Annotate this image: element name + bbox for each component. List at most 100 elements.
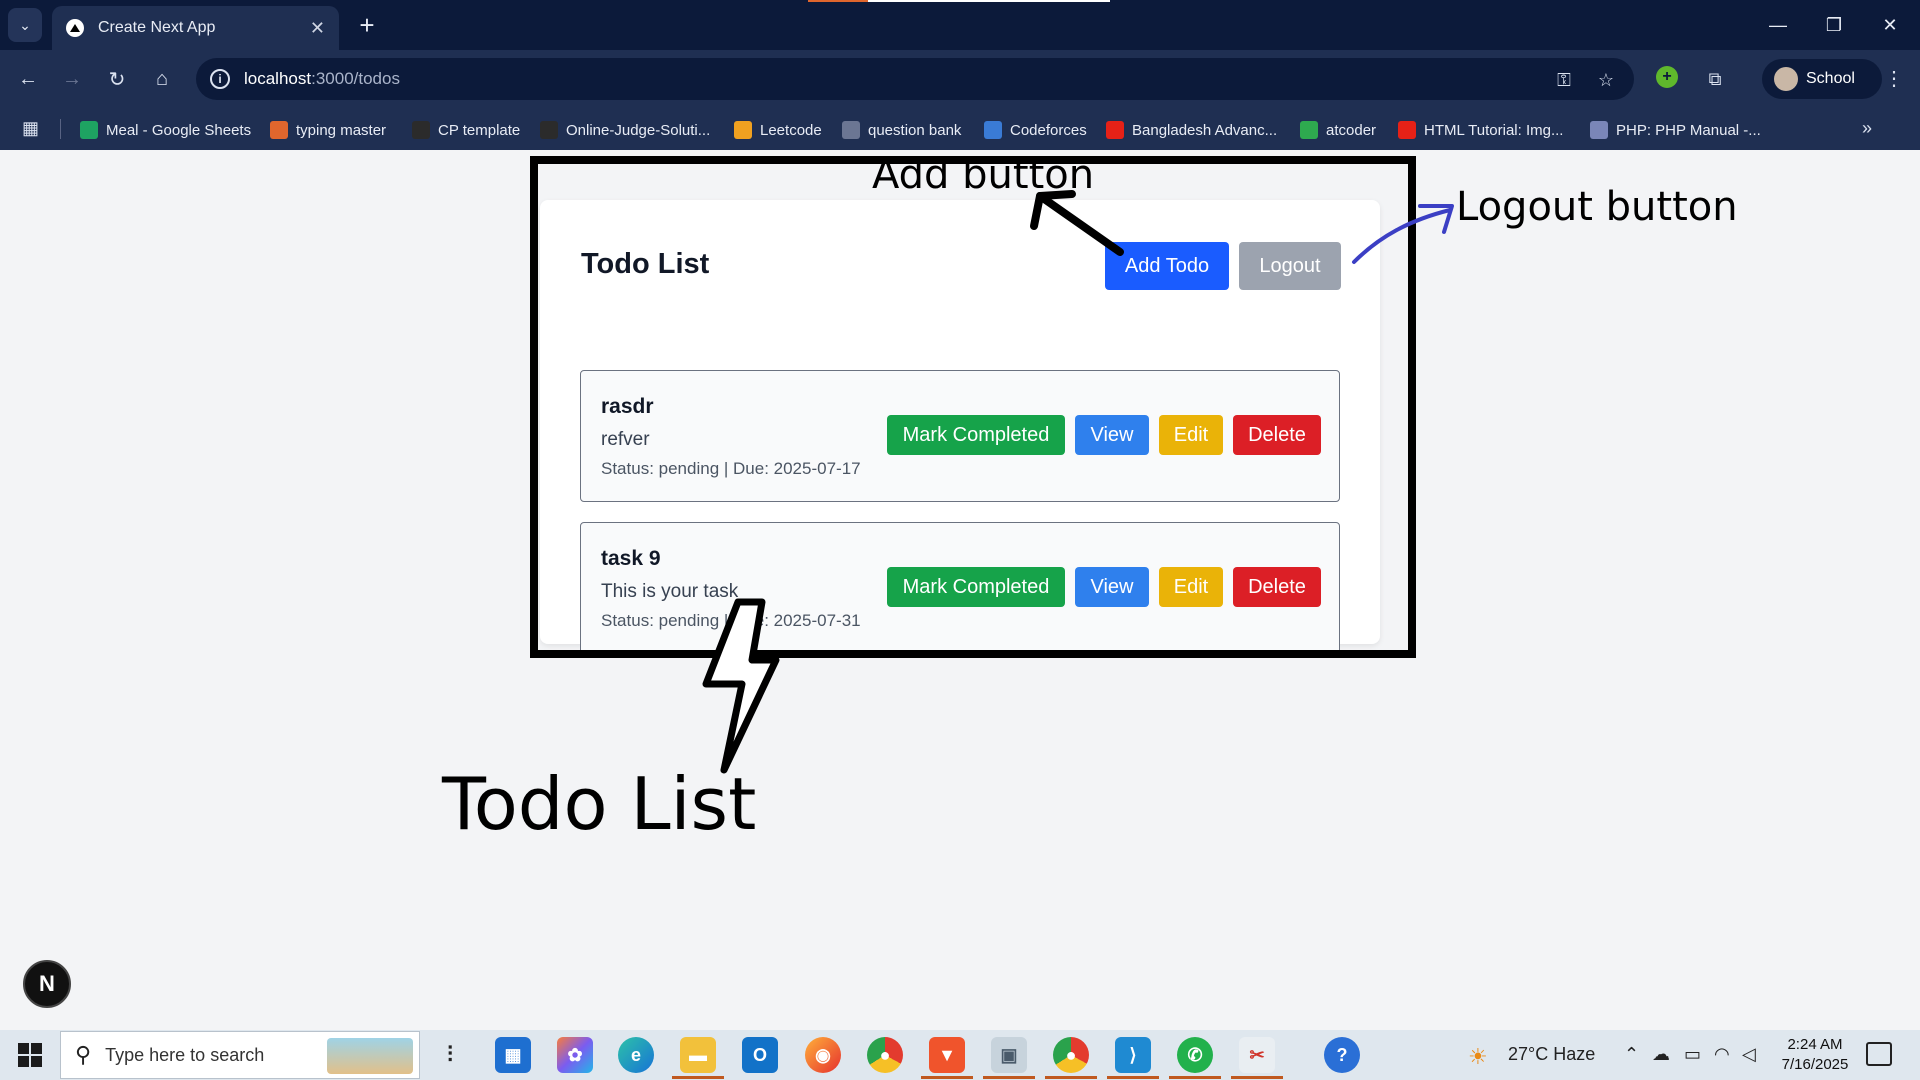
address-bar[interactable]: i localhost:3000/todos ⚿ ☆ [196,58,1634,100]
bookmark-item[interactable]: atcoder [1300,119,1376,141]
github-icon [412,121,430,139]
php-icon [1590,121,1608,139]
reload-button[interactable]: ↻ [101,63,133,95]
weather-icon[interactable]: ☀ [1468,1044,1488,1070]
clock-time: 2:24 AM [1787,1036,1843,1053]
chrome-active-indicator [1045,1076,1097,1079]
onedrive-icon[interactable]: ☁ [1652,1044,1670,1065]
tab-search-chevron-icon[interactable]: ⌄ [8,8,42,42]
weather-text[interactable]: 27°C Haze [1508,1044,1595,1065]
delete-button[interactable]: Delete [1233,415,1321,455]
help-icon[interactable]: ? [1324,1037,1360,1073]
forward-button[interactable]: → [56,63,88,95]
youtube-icon [1106,121,1124,139]
bookmark-item[interactable]: CP template [412,119,520,141]
photos-icon[interactable]: ▣ [991,1037,1027,1073]
bookmark-label: Codeforces [1010,121,1087,139]
sheets-icon [80,121,98,139]
snipping-tool-icon[interactable]: ✂ [1239,1037,1275,1073]
wifi-icon[interactable]: ◠ [1714,1044,1730,1065]
bookmark-item[interactable]: Bangladesh Advanc... [1106,119,1277,141]
notification-center-icon[interactable] [1866,1042,1892,1066]
bookmark-item[interactable]: question bank [842,119,961,141]
firefox-icon[interactable]: ◉ [805,1037,841,1073]
volume-icon[interactable]: ◁ [1742,1044,1756,1065]
browser-toolbar: ← → ↻ ⌂ i localhost:3000/todos ⚿ ☆ + ⧉ S… [0,50,1920,108]
task-view-icon[interactable]: ⫶ [432,1037,468,1073]
new-tab-button[interactable]: + [352,10,382,40]
back-button[interactable]: ← [12,63,44,95]
edit-button[interactable]: Edit [1159,567,1223,607]
brave-icon[interactable]: ▼ [929,1037,965,1073]
tab-title: Create Next App [98,19,216,36]
edit-button[interactable]: Edit [1159,415,1223,455]
logout-button[interactable]: Logout [1239,242,1341,290]
file-explorer-active-indicator [672,1076,724,1079]
bookmark-item[interactable]: typing master [270,119,386,141]
bookmark-item[interactable]: Codeforces [984,119,1087,141]
taskbar-clock[interactable]: 2:24 AM 7/16/2025 [1770,1035,1860,1075]
bookmark-star-icon[interactable]: ☆ [1592,66,1620,94]
copilot-icon[interactable]: ✿ [557,1037,593,1073]
add-todo-button[interactable]: Add Todo [1105,242,1229,290]
chrome-profile-icon[interactable]: ● [1053,1037,1089,1073]
bookmark-label: Leetcode [760,121,822,139]
search-highlight-image [327,1038,413,1074]
apps-grid-icon[interactable]: ▦ [22,118,44,140]
windows-taskbar: ⚲ Type here to search ⫶ ▦ ✿ e ▬ O ◉ ● ▼ … [0,1030,1920,1080]
home-button[interactable]: ⌂ [146,63,178,95]
profile-name: School [1806,70,1855,87]
battery-icon[interactable]: ▭ [1684,1044,1701,1065]
page-title: Todo List [581,248,710,280]
bookmark-item[interactable]: Meal - Google Sheets [80,119,251,141]
atcoder-icon [1300,121,1318,139]
bookmark-item[interactable]: Leetcode [734,119,822,141]
mark-completed-button[interactable]: Mark Completed [887,567,1065,607]
profile-button[interactable]: School [1762,59,1882,99]
bookmark-label: atcoder [1326,121,1377,139]
windows-start-icon[interactable] [18,1043,42,1067]
mark-completed-button[interactable]: Mark Completed [887,415,1065,455]
minimize-button[interactable]: — [1758,8,1798,42]
more-bookmarks-icon[interactable]: » [1862,118,1872,139]
taskbar-search-input[interactable]: ⚲ Type here to search [60,1031,420,1079]
browser-tab[interactable]: Create Next App ✕ [52,6,339,50]
bookmark-item[interactable]: Online-Judge-Soluti... [540,119,710,141]
bookmark-item[interactable]: PHP: PHP Manual -... [1590,119,1761,141]
close-window-button[interactable]: ✕ [1870,8,1910,42]
edge-icon[interactable]: e [618,1037,654,1073]
nextjs-dev-badge[interactable]: N [23,960,71,1008]
vscode-icon[interactable]: ⟩ [1115,1037,1151,1073]
bookmark-label: PHP: PHP Manual -... [1616,121,1761,139]
view-button[interactable]: View [1075,415,1149,455]
snipping-tool-active-indicator [1231,1076,1283,1079]
bookmark-label: Meal - Google Sheets [106,121,252,139]
whatsapp-active-indicator [1169,1076,1221,1079]
outlook-icon[interactable]: O [742,1037,778,1073]
extensions-puzzle-icon[interactable]: ⧉ [1702,66,1728,92]
view-button[interactable]: View [1075,567,1149,607]
browser-menu-icon[interactable]: ⋮ [1880,66,1908,91]
search-placeholder: Type here to search [105,1044,265,1065]
todo-item: rasdr refver Status: pending | Due: 2025… [580,370,1340,502]
extension-plus-icon[interactable]: + [1656,66,1678,88]
url-path: :3000/todos [311,69,400,88]
chrome-icon[interactable]: ● [867,1037,903,1073]
window-accent-orange [808,0,868,2]
file-explorer-icon[interactable]: ▬ [680,1037,716,1073]
chevron-up-icon[interactable]: ⌃ [1624,1044,1639,1065]
delete-button[interactable]: Delete [1233,567,1321,607]
bookmark-item[interactable]: HTML Tutorial: Img... [1398,119,1563,141]
restore-button[interactable]: ❐ [1814,8,1854,42]
password-key-icon[interactable]: ⚿ [1550,66,1578,94]
microsoft-store-icon[interactable]: ▦ [495,1037,531,1073]
bookmark-label: typing master [296,121,387,139]
globe-icon [842,121,860,139]
leetcode-icon [734,121,752,139]
page-body: Todo List Add Todo Logout rasdr refver S… [0,150,1920,1030]
todo-status-due: Status: pending | Due: 2025-07-17 [601,459,861,478]
site-info-icon[interactable]: i [210,69,230,89]
bookmark-label: HTML Tutorial: Img... [1424,121,1564,139]
tab-close-icon[interactable]: ✕ [310,18,325,39]
whatsapp-icon[interactable]: ✆ [1177,1037,1213,1073]
